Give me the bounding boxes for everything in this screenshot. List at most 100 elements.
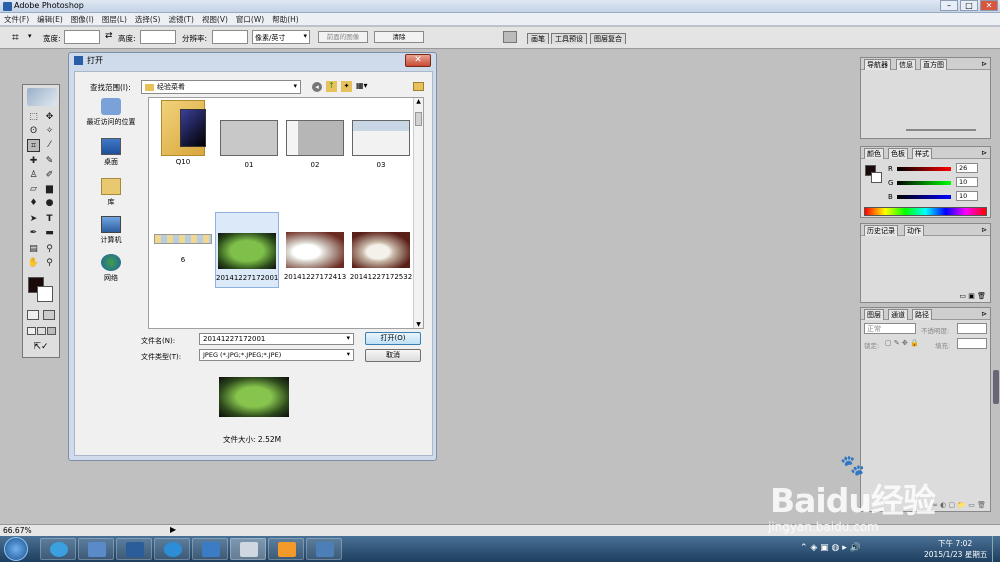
pen-tool-icon[interactable]: ✒	[27, 227, 40, 240]
healing-brush-tool-icon[interactable]: ✚	[27, 155, 40, 168]
file-item[interactable]: 02	[283, 100, 347, 176]
menu-select[interactable]: 选择(S)	[135, 14, 161, 25]
blend-mode-select[interactable]: 正常	[864, 323, 916, 334]
quick-mask-mode-icon[interactable]	[43, 310, 55, 320]
swap-dimensions-icon[interactable]: ⇄	[105, 31, 113, 41]
panel-menu-icon[interactable]: ⊳	[981, 226, 987, 234]
tab-actions[interactable]: 动作	[904, 225, 924, 236]
screen-mode-full-menu-icon[interactable]	[37, 327, 46, 335]
opacity-input[interactable]	[957, 323, 987, 334]
back-icon[interactable]: ◂	[312, 82, 322, 92]
screen-mode-full-icon[interactable]	[47, 327, 56, 335]
menu-image[interactable]: 图像(I)	[71, 14, 94, 25]
zoom-tool-icon[interactable]: ⚲	[43, 257, 56, 270]
file-item-selected[interactable]: 20141227172001	[215, 212, 279, 288]
panel-menu-icon[interactable]: ⊳	[981, 60, 987, 68]
open-button[interactable]: 打开(O)	[365, 332, 421, 345]
front-image-button[interactable]: 前面的图像	[318, 31, 368, 43]
new-folder-icon[interactable]: ✦	[341, 81, 352, 92]
scroll-thumb[interactable]	[415, 112, 422, 126]
tab-color[interactable]: 颜色	[864, 148, 884, 159]
status-arrow-icon[interactable]: ▶	[170, 525, 176, 534]
file-item[interactable]: 03	[349, 100, 413, 176]
menu-view[interactable]: 视图(V)	[202, 14, 228, 25]
hand-tool-icon[interactable]: ✋	[27, 257, 40, 270]
maximize-button[interactable]: □	[960, 0, 978, 11]
eraser-tool-icon[interactable]: ▱	[27, 183, 40, 196]
taskbar-app-7[interactable]	[268, 538, 304, 560]
gradient-tool-icon[interactable]: ▆	[43, 183, 56, 196]
filename-input[interactable]: 20141227172001 ▾	[199, 333, 354, 345]
tool-preset-dropdown-icon[interactable]: ▾	[28, 32, 32, 40]
lock-icons[interactable]: ▢ ✎ ✥ 🔒	[885, 339, 919, 347]
tab-tool-presets[interactable]: 工具预设	[551, 33, 587, 44]
panel-menu-icon[interactable]: ⊳	[981, 149, 987, 157]
taskbar-ie[interactable]	[40, 538, 76, 560]
screen-mode-icon[interactable]	[27, 327, 36, 335]
panel-menu-icon[interactable]: ⊳	[981, 310, 987, 318]
b-value-input[interactable]: 10	[956, 191, 978, 201]
eyedropper-tool-icon[interactable]: ⚲	[43, 243, 56, 256]
filetype-select[interactable]: JPEG (*.JPG;*.JPEG;*.JPE) ▾	[199, 349, 354, 361]
tab-styles[interactable]: 样式	[912, 148, 932, 159]
move-tool-icon[interactable]: ✥	[43, 111, 56, 124]
g-slider[interactable]	[897, 181, 951, 185]
crop-tool-icon[interactable]: ⌗	[27, 139, 40, 152]
menu-file[interactable]: 文件(F)	[4, 14, 29, 25]
g-value-input[interactable]: 10	[956, 177, 978, 187]
place-network[interactable]: 网络	[83, 254, 139, 292]
background-color-swatch[interactable]	[37, 286, 53, 302]
history-footer-icons[interactable]: ▭ ▣ 🗑	[959, 292, 986, 300]
file-list-scrollbar[interactable]: ▲ ▼	[413, 98, 423, 328]
notes-tool-icon[interactable]: ▤	[27, 243, 40, 256]
jump-to-imageready-icon[interactable]: ⇱✓	[29, 341, 53, 353]
close-window-button[interactable]: ✕	[980, 0, 998, 11]
slice-tool-icon[interactable]: ⁄	[43, 139, 56, 152]
b-slider[interactable]	[897, 195, 951, 199]
file-item[interactable]: 20141227172413	[283, 212, 347, 288]
file-item[interactable]: Q10	[151, 100, 215, 176]
color-spectrum-bar[interactable]	[864, 207, 987, 216]
taskbar-app-4[interactable]	[154, 538, 190, 560]
marquee-tool-icon[interactable]: ⬚	[27, 111, 40, 124]
width-input[interactable]	[64, 30, 100, 44]
file-item[interactable]: 20141227172532	[349, 212, 413, 288]
taskbar-app-8[interactable]	[306, 538, 342, 560]
dodge-tool-icon[interactable]: ●	[43, 197, 56, 210]
menu-window[interactable]: 窗口(W)	[236, 14, 264, 25]
clear-button[interactable]: 清除	[374, 31, 424, 43]
menu-layer[interactable]: 图层(L)	[102, 14, 127, 25]
background-color-swatch[interactable]	[871, 172, 882, 183]
menu-edit[interactable]: 编辑(E)	[37, 14, 63, 25]
history-brush-tool-icon[interactable]: ✐	[43, 169, 56, 182]
crop-tool-icon[interactable]: ⌗	[12, 31, 26, 45]
panel-dock-scroll-handle[interactable]	[993, 370, 999, 404]
magic-wand-tool-icon[interactable]: ✧	[43, 125, 56, 138]
height-input[interactable]	[140, 30, 176, 44]
taskbar-explorer[interactable]	[78, 538, 114, 560]
taskbar-app-5[interactable]	[192, 538, 228, 560]
tab-brushes[interactable]: 画笔	[527, 33, 549, 44]
clock-date[interactable]: 2015/1/23 星期五	[924, 549, 987, 560]
tab-info[interactable]: 信息	[896, 59, 916, 70]
up-folder-icon[interactable]: ↑	[326, 81, 337, 92]
tab-paths[interactable]: 路径	[912, 309, 932, 320]
dialog-close-button[interactable]: ✕	[405, 54, 431, 67]
palette-well-icon[interactable]	[503, 31, 517, 43]
taskbar-app-3[interactable]	[116, 538, 152, 560]
navigator-zoom-slider[interactable]	[906, 129, 976, 131]
scroll-up-icon[interactable]: ▲	[414, 98, 423, 105]
place-computer[interactable]: 计算机	[83, 216, 139, 254]
clone-stamp-tool-icon[interactable]: ♙	[27, 169, 40, 182]
tab-navigator[interactable]: 导航器	[864, 59, 891, 70]
resolution-unit-select[interactable]: 像素/英寸 ▾	[252, 30, 310, 44]
zoom-level[interactable]: 66.67%	[3, 526, 32, 535]
scroll-down-icon[interactable]: ▼	[414, 321, 423, 328]
menu-help[interactable]: 帮助(H)	[272, 14, 299, 25]
tab-channels[interactable]: 通道	[888, 309, 908, 320]
tab-swatches[interactable]: 色板	[888, 148, 908, 159]
browse-folder-icon[interactable]	[413, 82, 424, 91]
standard-mode-icon[interactable]	[27, 310, 39, 320]
tab-history[interactable]: 历史记录	[864, 225, 898, 236]
file-item[interactable]: 6	[151, 212, 215, 288]
